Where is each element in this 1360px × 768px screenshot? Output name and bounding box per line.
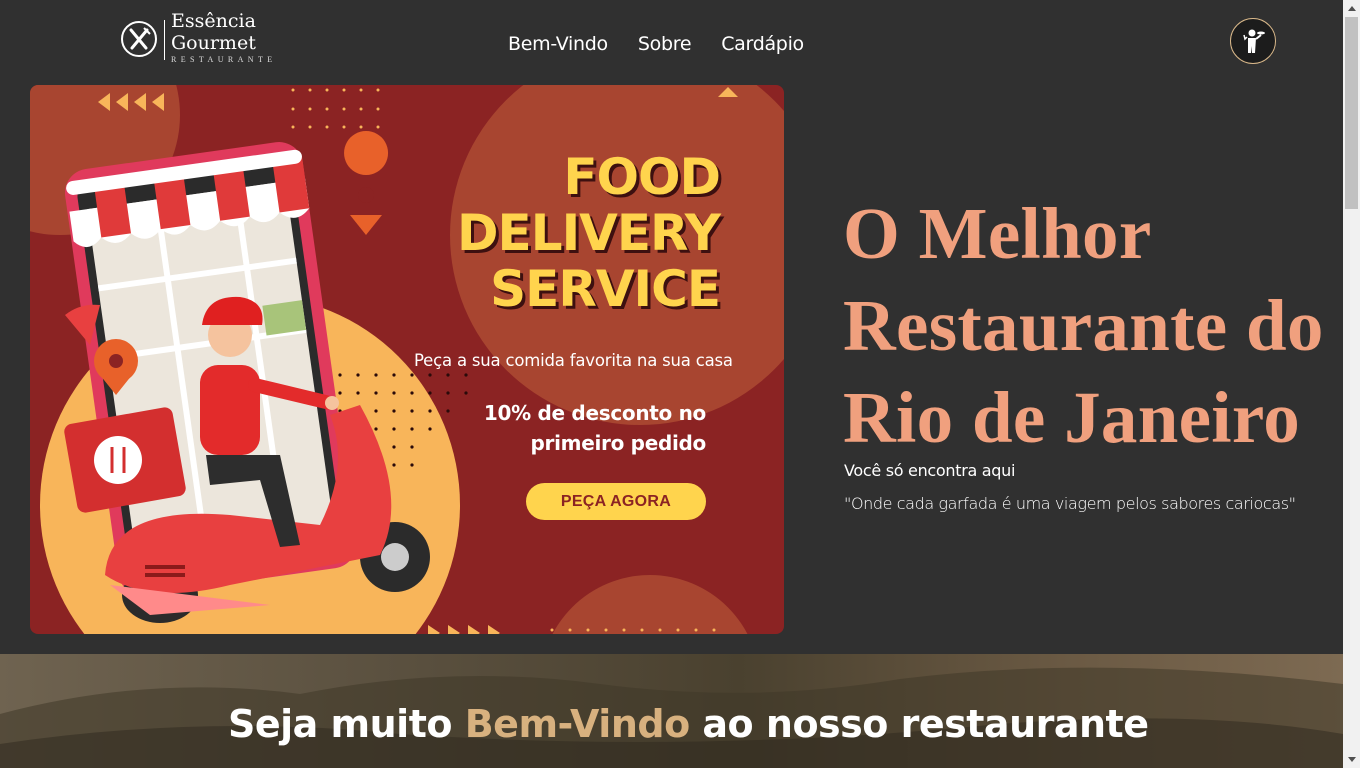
scroll-up-button[interactable] [1343,0,1360,17]
scroll-down-button[interactable] [1343,751,1360,768]
logo-divider [164,20,165,60]
site-header: Essência Gourmet RESTAURANTE Bem-Vindo S… [0,0,1343,90]
main-nav: Bem-Vindo Sobre Cardápio [508,33,804,55]
nav-sobre[interactable]: Sobre [638,33,692,55]
discount-line2: primeiro pedido [530,431,707,455]
logo-text-line2: Gourmet [171,32,256,54]
nav-bem-vindo[interactable]: Bem-Vindo [508,33,608,55]
logo[interactable]: Essência Gourmet RESTAURANTE [120,12,295,68]
headline-line-food: FOOD [563,148,721,206]
order-now-button[interactable]: PEÇA AGORA [526,483,706,520]
welcome-prefix: Seja muito [228,702,465,746]
scrollbar-thumb[interactable] [1345,17,1358,209]
welcome-suffix: ao nosso restaurante [689,702,1149,746]
discount-line1: 10% de desconto no [483,401,706,425]
headline-line-delivery: DELIVERY [457,204,721,262]
welcome-highlight: Bem-Vindo [464,702,690,746]
fork-knife-logo-icon [121,21,157,57]
welcome-heading: Seja muito Bem-Vindo ao nosso restaurant… [228,702,1149,746]
chevron-up-icon [1347,6,1356,11]
hero-subtitle: Você só encontra aqui [844,461,1016,480]
hero-title: O Melhor Restaurante do Rio de Janeiro [843,193,1324,458]
welcome-section: Seja muito Bem-Vindo ao nosso restaurant… [0,654,1343,768]
logo-subtitle: RESTAURANTE [171,55,277,64]
headline-line-service: SERVICE [490,260,721,318]
delivery-banner[interactable]: FOOD DELIVERY SERVICE Peça a sua comida … [30,85,784,634]
logo-text-line1: Essência [171,10,256,32]
vertical-scrollbar[interactable] [1343,0,1360,768]
waiter-icon [1243,29,1265,53]
chevron-down-icon [1347,757,1356,762]
hero-quote: "Onde cada garfada é uma viagem pelos sa… [844,494,1296,513]
banner-headline: FOOD DELIVERY SERVICE [457,148,721,318]
nav-cardapio[interactable]: Cardápio [721,33,804,55]
banner-discount: 10% de desconto no primeiro pedido [484,398,706,458]
waiter-button[interactable] [1230,18,1276,64]
banner-subline: Peça a sua comida favorita na sua casa [414,351,733,370]
